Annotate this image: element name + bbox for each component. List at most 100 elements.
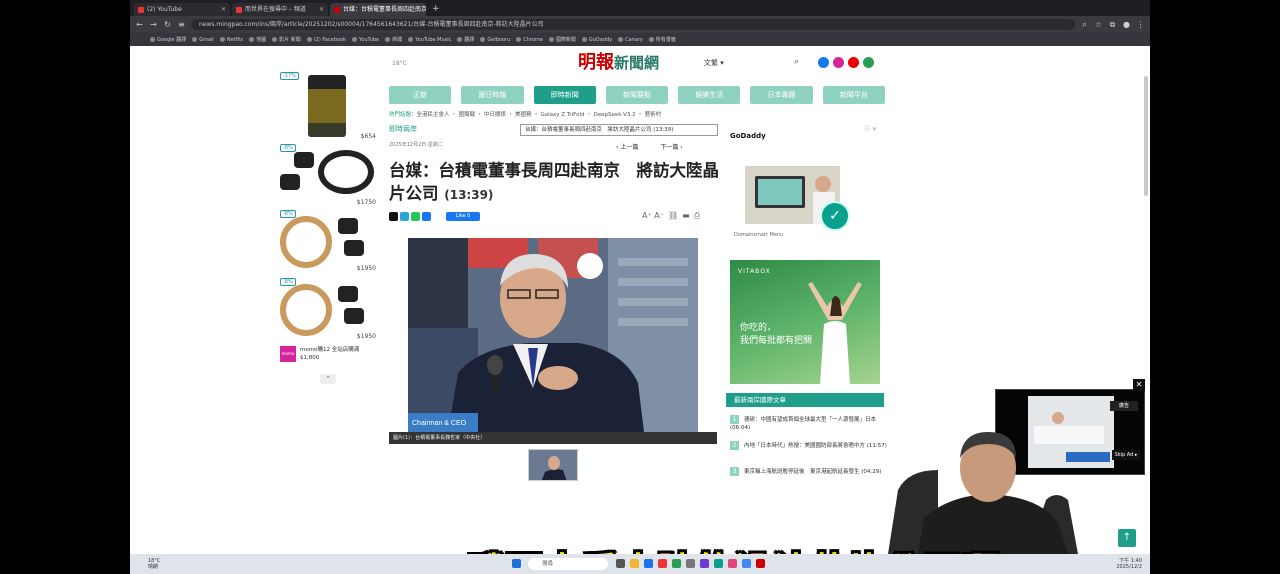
facebook-icon[interactable]	[818, 57, 829, 68]
app-icon[interactable]	[686, 559, 695, 568]
app-icon[interactable]	[658, 559, 667, 568]
bookmark-item[interactable]: 地圖	[249, 36, 266, 43]
bookmark-item[interactable]: YouTube	[351, 37, 379, 43]
bookmark-item[interactable]: 影片 新聞	[272, 36, 301, 43]
bookmark-label: 所有書籤	[655, 37, 676, 43]
taskbar-weather[interactable]: 18°C 晴朗	[148, 558, 160, 570]
latest-article-item[interactable]: 2 內地「日本時代」熱搜：美國國防部長將會晤中方 (11:57)	[730, 441, 888, 450]
bookmark-item[interactable]: Chrome	[516, 37, 543, 43]
whatsapp-share-icon[interactable]	[411, 212, 420, 221]
chevron-up-icon[interactable]: ⌃	[320, 374, 336, 384]
ad-product-rings-black[interactable]: -8% $1750	[278, 144, 378, 208]
vitabox-ad[interactable]: VITABOX 你吃的， 我們每批都有把關	[730, 260, 880, 384]
app-icon[interactable]	[700, 559, 709, 568]
next-link[interactable]: 下一篇 ›	[660, 142, 682, 151]
task-view-icon[interactable]	[616, 559, 625, 568]
reload-icon[interactable]: ↻	[163, 20, 172, 29]
tab-label: 而世界在搜尋中 – 頻道	[245, 6, 306, 13]
ad-momo[interactable]: momo momo購12 全站店購滿$1,800	[278, 344, 378, 372]
logo-sub: 新聞網	[614, 54, 660, 72]
nav-item[interactable]: 國日時報	[461, 86, 524, 104]
latest-article-item[interactable]: 3 東京稱上海航班暫停延後 東京港起航延長發生 (04:29)	[730, 467, 888, 476]
taskbar-clock[interactable]: 下午 1:40 2025/12/2	[1116, 558, 1142, 570]
ad-product-jar[interactable]: -17% $654	[278, 72, 378, 142]
bookmark-item[interactable]: Netflix	[219, 37, 243, 43]
youtube-icon[interactable]	[848, 57, 859, 68]
bookmark-item[interactable]: 新聞	[385, 36, 402, 43]
site-info-icon[interactable]: ≡	[177, 20, 186, 29]
url-input[interactable]: news.mingpao.com/ins/兩岸/article/20251202…	[191, 19, 1075, 30]
close-icon[interactable]: ✕	[221, 3, 226, 16]
app-icon[interactable]	[728, 559, 737, 568]
tab-article[interactable]: 台媒：台積電董事長周四赴南京✕	[330, 3, 426, 16]
prev-link[interactable]: ‹ 上一篇	[616, 142, 638, 151]
article-photo[interactable]: Chairman & CEO	[408, 238, 698, 432]
youtube-icon	[236, 6, 242, 13]
windows-start-icon[interactable]	[512, 559, 521, 568]
telegram-share-icon[interactable]	[400, 212, 409, 221]
nav-item[interactable]: 正新	[389, 86, 452, 104]
bookmark-item[interactable]: Gmail	[192, 37, 214, 43]
star-icon[interactable]: ☆	[1094, 20, 1103, 29]
tab-youtube[interactable]: (2) YouTube ✕	[134, 3, 230, 16]
bookmark-item[interactable]: Canary	[618, 37, 643, 43]
app-icon[interactable]	[863, 57, 874, 68]
hot-topics-list: 全港民主會人 ・ 國殤戰 ・ 中日關係 ・ 美國務 ・ Galaxy Z Tri…	[416, 112, 662, 118]
comment-icon[interactable]: ▬	[682, 211, 690, 221]
back-icon[interactable]: ←	[135, 20, 144, 29]
bookmark-item[interactable]: 翻譯	[457, 36, 474, 43]
bookmark-item[interactable]: (2) Facebook	[306, 37, 346, 43]
section-title[interactable]: 即時兩岸	[389, 124, 417, 134]
bookmark-item[interactable]: Google 翻譯	[150, 36, 186, 43]
close-icon[interactable]: ✕	[1133, 379, 1145, 391]
x-share-icon[interactable]	[389, 212, 398, 221]
close-icon[interactable]: ✕	[319, 3, 324, 16]
tab-label: (2) YouTube	[147, 6, 182, 13]
main-nav: 正新 國日時報 即時新聞 新聞要點 娛樂生活 日本專題 新聞平台	[389, 86, 885, 104]
bookmark-item[interactable]: YouTube Music	[408, 37, 451, 43]
ad-product-rings-wood-2[interactable]: -8% $1950	[278, 278, 378, 342]
profile-icon[interactable]: ●	[1122, 20, 1131, 29]
skip-ad-button[interactable]: Skip Ad ▸	[1112, 450, 1140, 460]
back-to-top-button[interactable]: ↑	[1118, 529, 1136, 547]
font-size-toggle[interactable]: A⁺ A⁻	[642, 211, 664, 221]
site-logo[interactable]: 明報新聞網	[578, 48, 659, 74]
godaddy-logo[interactable]: GoDaddy	[730, 132, 766, 140]
file-explorer-icon[interactable]	[630, 559, 639, 568]
chrome-icon[interactable]	[742, 559, 751, 568]
nav-item[interactable]: 新聞要點	[605, 86, 669, 104]
extensions-icon[interactable]: ⧉	[1108, 20, 1117, 30]
instagram-icon[interactable]	[833, 57, 844, 68]
article-select[interactable]: 台媒：台積電董事長周四赴南京 將訪大陸晶片公司 (13:39)	[520, 124, 718, 136]
bookmark-item[interactable]: 所有書籤	[648, 36, 676, 43]
zoom-icon[interactable]: ⌕	[1080, 20, 1089, 30]
nav-item-selected[interactable]: 即時新聞	[533, 86, 596, 104]
hot-topics[interactable]: 熱門話題：全港民主會人 ・ 國殤戰 ・ 中日關係 ・ 美國務 ・ Galaxy …	[389, 110, 661, 118]
ad-info-icon[interactable]: ⓘ ✕	[864, 124, 877, 133]
app-icon[interactable]	[672, 559, 681, 568]
ad-product-rings-wood[interactable]: -8% $1950	[278, 210, 378, 274]
bookmark-item[interactable]: 國際新聞	[548, 36, 576, 43]
app-icon[interactable]	[756, 559, 765, 568]
bookmark-item[interactable]: GoDaddy	[581, 37, 612, 43]
print-icon[interactable]: ⎙	[694, 211, 700, 221]
language-select[interactable]: 文繁 ▾	[704, 58, 724, 68]
nav-item[interactable]: 娛樂生活	[678, 86, 741, 104]
bookmark-item[interactable]: Gelbooru	[480, 37, 510, 43]
scrollbar[interactable]	[1144, 76, 1148, 196]
photo-thumbnail[interactable]	[528, 449, 578, 481]
menu-icon[interactable]: ⋮	[1136, 20, 1145, 29]
nav-item[interactable]: 新聞平台	[822, 86, 885, 104]
search-icon[interactable]: ⌕	[794, 57, 799, 67]
like-button[interactable]: Like 0	[446, 212, 480, 221]
link-icon[interactable]: ⛓	[668, 211, 678, 221]
taskbar-search[interactable]: 搜尋	[528, 558, 608, 570]
new-tab-button[interactable]: +	[428, 3, 444, 16]
latest-article-item[interactable]: 1 德研：中國有望成首個全球最大型「一人源發展」日本 (06:04)	[730, 415, 888, 432]
nav-item[interactable]: 日本專題	[750, 86, 813, 104]
facebook-share-icon[interactable]	[422, 212, 431, 221]
forward-icon[interactable]: →	[149, 20, 158, 29]
tab-channel[interactable]: 而世界在搜尋中 – 頻道 ✕	[232, 3, 328, 16]
edge-icon[interactable]	[644, 559, 653, 568]
app-icon[interactable]	[714, 559, 723, 568]
